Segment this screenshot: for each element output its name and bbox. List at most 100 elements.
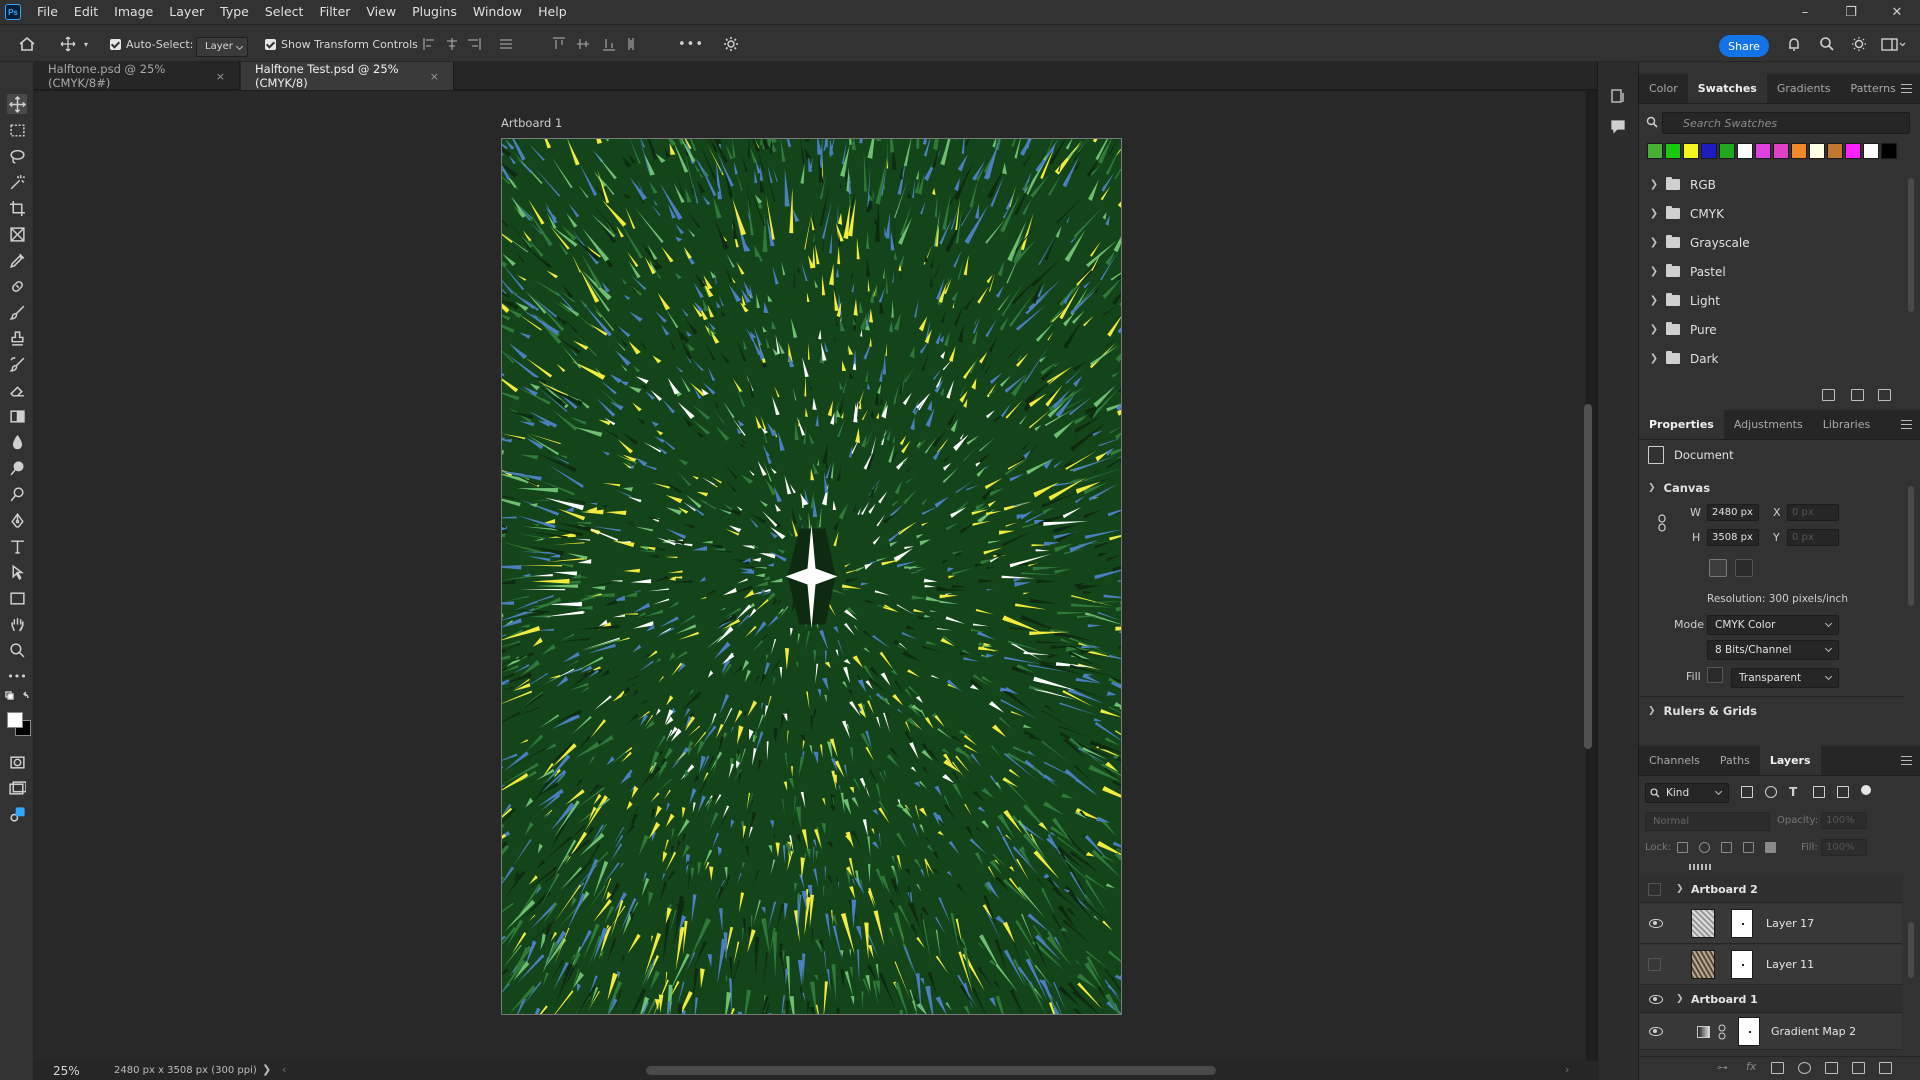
swatch-9[interactable] <box>1791 143 1807 159</box>
swatch-folder-pure[interactable]: ❯ Pure <box>1640 315 1905 344</box>
swatch-3[interactable] <box>1683 143 1699 159</box>
visibility-eye-icon[interactable] <box>1649 919 1663 928</box>
swatch-folder-rgb[interactable]: ❯ RGB <box>1640 170 1905 199</box>
link-layers-icon[interactable]: ⊶ <box>1717 1061 1728 1074</box>
show-transform-controls-checkbox[interactable]: Show Transform Controls <box>265 25 418 63</box>
tab-gradients[interactable]: Gradients <box>1767 73 1841 103</box>
menu-image[interactable]: Image <box>106 0 161 24</box>
history-panel-icon[interactable] <box>1610 88 1626 107</box>
lock-all-icon[interactable] <box>1765 842 1776 853</box>
visibility-hidden-icon[interactable] <box>1648 958 1661 971</box>
zoom-dodge-icon[interactable] <box>7 484 27 504</box>
swatch-12[interactable] <box>1845 143 1861 159</box>
swatch-2[interactable] <box>1665 143 1681 159</box>
fill-color-swatch[interactable] <box>1707 667 1723 683</box>
visibility-hidden-icon[interactable] <box>1648 882 1661 896</box>
artboard-canvas[interactable] <box>501 138 1122 1015</box>
lock-image-brush-icon[interactable] <box>1699 842 1710 853</box>
edit-toolbar-more-icon[interactable]: ••• <box>7 666 27 686</box>
eraser-tool-icon[interactable] <box>7 380 27 400</box>
move-tool-preset-icon[interactable] <box>60 25 76 63</box>
layer-group-artboard-1[interactable]: ❯ Artboard 1 <box>1640 986 1902 1013</box>
bit-depth-dropdown[interactable]: 8 Bits/Channel <box>1707 640 1839 660</box>
share-for-review-icon[interactable] <box>7 804 27 824</box>
add-mask-icon[interactable] <box>1771 1062 1784 1074</box>
properties-scrollbar[interactable] <box>1908 486 1914 606</box>
layer-effects-fx-icon[interactable]: fx <box>1746 1060 1756 1073</box>
auto-select-target-dropdown[interactable]: Layer <box>196 37 248 57</box>
shape-layer-filter-icon[interactable] <box>1813 786 1825 798</box>
chevron-right-icon[interactable]: ❯ <box>1646 237 1662 248</box>
lock-position-move-icon[interactable] <box>1721 842 1732 853</box>
horizontal-scrollbar-thumb[interactable] <box>646 1066 1216 1075</box>
swatch-1[interactable] <box>1647 143 1663 159</box>
vertical-scrollbar-thumb[interactable] <box>1584 404 1592 749</box>
layer-row-layer-11[interactable]: Layer 11 <box>1640 945 1902 985</box>
path-selection-tool-icon[interactable] <box>7 562 27 582</box>
gear-icon[interactable] <box>723 25 739 63</box>
menu-file[interactable]: File <box>29 0 66 24</box>
swatch-folder-cmyk[interactable]: ❯ CMYK <box>1640 199 1905 228</box>
chevron-right-icon[interactable]: ❯ <box>1646 208 1662 219</box>
visibility-eye-icon[interactable] <box>1649 1027 1663 1036</box>
swatches-scrollbar[interactable] <box>1908 178 1914 312</box>
swatch-folder-light[interactable]: ❯ Light <box>1640 286 1905 315</box>
new-swatch-icon[interactable] <box>1851 389 1864 401</box>
discover-lightbulb-icon[interactable] <box>1851 25 1867 63</box>
menu-layer[interactable]: Layer <box>161 0 212 24</box>
type-layer-filter-icon[interactable]: T <box>1789 786 1801 798</box>
brush-tool-icon[interactable] <box>7 302 27 322</box>
menu-window[interactable]: Window <box>465 0 530 24</box>
zoom-level[interactable]: 25% <box>53 1064 80 1078</box>
panel-menu-icon[interactable] <box>1901 84 1912 93</box>
gradient-tool-icon[interactable] <box>7 406 27 426</box>
swatch-folder-grayscale[interactable]: ❯ Grayscale <box>1640 228 1905 257</box>
adjustment-layer-filter-icon[interactable] <box>1765 786 1777 798</box>
chevron-right-icon[interactable]: ❯ <box>1646 179 1662 190</box>
scroll-left-icon[interactable]: ‹ <box>282 1063 286 1076</box>
menu-select[interactable]: Select <box>257 0 312 24</box>
quick-mask-icon[interactable] <box>7 752 27 772</box>
move-tool-icon[interactable] <box>7 94 27 114</box>
tab-paths[interactable]: Paths <box>1710 745 1760 775</box>
search-icon[interactable] <box>1819 25 1835 63</box>
opacity-input[interactable]: 100% <box>1821 812 1867 829</box>
lock-transparent-icon[interactable] <box>1677 842 1688 853</box>
chevron-down-icon[interactable]: ❯ <box>1676 994 1684 1004</box>
adjustment-layer-icon[interactable] <box>1798 1062 1811 1074</box>
share-button[interactable]: Share <box>1719 35 1769 57</box>
swatch-7[interactable] <box>1755 143 1771 159</box>
layer-group-artboard-2[interactable]: ❯ Artboard 2 <box>1640 876 1902 903</box>
blend-mode-dropdown[interactable]: Normal <box>1645 812 1770 831</box>
smart-object-filter-icon[interactable] <box>1837 786 1849 798</box>
new-group-folder-icon[interactable] <box>1825 1062 1838 1074</box>
delete-trash-icon[interactable] <box>1879 1062 1892 1074</box>
eyedropper-tool-icon[interactable] <box>7 250 27 270</box>
tab-adjustments[interactable]: Adjustments <box>1724 409 1813 439</box>
swatch-folder-pastel[interactable]: ❯ Pastel <box>1640 257 1905 286</box>
healing-brush-tool-icon[interactable] <box>7 276 27 296</box>
swatch-10[interactable] <box>1809 143 1825 159</box>
tab-channels[interactable]: Channels <box>1639 745 1710 775</box>
status-menu-chevron-right-icon[interactable]: ❯ <box>262 1063 271 1076</box>
menu-view[interactable]: View <box>358 0 404 24</box>
close-tab-icon[interactable]: × <box>216 70 225 83</box>
tab-patterns[interactable]: Patterns <box>1840 73 1905 103</box>
comments-panel-icon[interactable] <box>1610 118 1626 137</box>
menu-help[interactable]: Help <box>530 0 575 24</box>
menu-filter[interactable]: Filter <box>311 0 358 24</box>
swatch-4[interactable] <box>1701 143 1717 159</box>
clone-stamp-tool-icon[interactable] <box>7 328 27 348</box>
swatch-8[interactable] <box>1773 143 1789 159</box>
tab-color[interactable]: Color <box>1639 73 1688 103</box>
marquee-tool-icon[interactable] <box>7 120 27 140</box>
foreground-color-swatch-front[interactable] <box>7 712 23 728</box>
default-swap-colors-icon[interactable] <box>2 691 32 703</box>
color-mode-dropdown[interactable]: CMYK Color <box>1707 615 1839 635</box>
swatch-5[interactable] <box>1719 143 1735 159</box>
fill-dropdown[interactable]: Transparent <box>1731 668 1839 688</box>
document-tab-halftone[interactable]: Halftone.psd @ 25% (CMYK/8#) × <box>34 62 240 90</box>
chevron-down-icon[interactable]: ❯ <box>1648 706 1656 716</box>
menu-type[interactable]: Type <box>212 0 257 24</box>
frame-tool-icon[interactable] <box>7 224 27 244</box>
